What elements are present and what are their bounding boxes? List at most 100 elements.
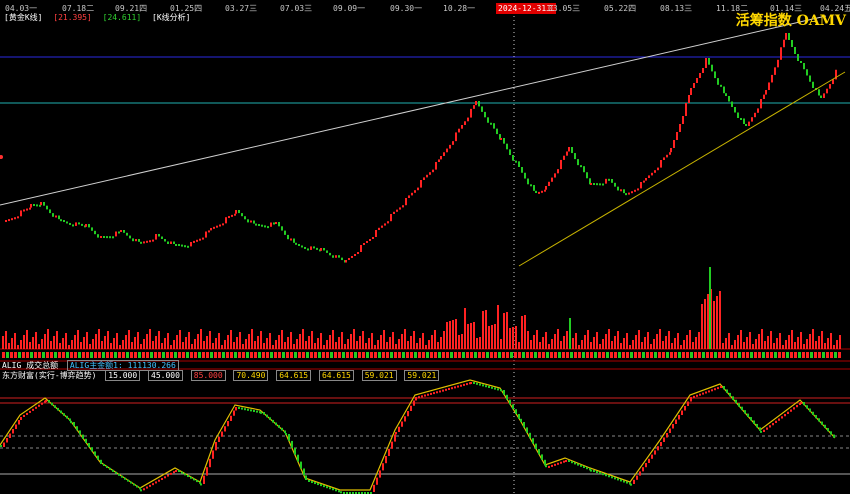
oscillator-bar [772, 423, 774, 426]
volume-bar [668, 331, 670, 349]
candle [8, 219, 10, 222]
candle [202, 237, 204, 240]
candle [390, 214, 392, 222]
oscillator-bar [421, 395, 423, 398]
volume-strip-cell [554, 352, 557, 358]
candle [196, 239, 198, 242]
volume-bar [584, 335, 586, 349]
chart-canvas[interactable] [0, 0, 850, 494]
oscillator-bar [617, 478, 619, 481]
volume-bar [728, 333, 730, 349]
candle [611, 179, 613, 183]
volume-bar [245, 339, 247, 349]
volume-strip-cell [322, 352, 325, 358]
analysis-button[interactable]: [K线分析] [152, 12, 190, 23]
value-label-1: [21.395] [53, 13, 92, 22]
candle [235, 210, 237, 214]
volume-strip-cell [258, 352, 261, 358]
candle [580, 165, 582, 168]
candle [94, 230, 96, 235]
volume-bar [356, 341, 358, 349]
oscillator-bar [106, 465, 108, 468]
oscillator-bar [599, 472, 601, 475]
volume-bar [89, 344, 91, 349]
volume-bar [677, 333, 679, 349]
candle [293, 238, 295, 243]
candle [693, 83, 695, 88]
volume-bar [593, 337, 595, 349]
oscillator-bar [630, 483, 632, 486]
volume-bar [509, 328, 511, 349]
candle [503, 138, 505, 144]
volume-strip-cell [466, 352, 469, 358]
oscillator-bar [332, 488, 334, 491]
volume-bar [362, 331, 364, 349]
candle [112, 236, 114, 239]
oscillator-bar [809, 408, 811, 412]
oscillator-bar [73, 422, 75, 427]
candle [219, 224, 221, 227]
candle [702, 68, 704, 73]
oscillator-bar [218, 436, 220, 442]
candle [625, 193, 627, 196]
candle [11, 218, 13, 221]
oscillator-bar [112, 469, 114, 472]
volume-bar [101, 341, 103, 349]
volume-bar [203, 341, 205, 349]
volume-bar [497, 305, 499, 349]
volume-strip-cell [306, 352, 309, 358]
volume-bar [620, 343, 622, 349]
volume-strip-cell [470, 352, 473, 358]
volume-strip-cell [422, 352, 425, 358]
oscillator-bar [605, 474, 607, 477]
volume-bar [704, 299, 706, 349]
volume-bar [446, 322, 448, 349]
oscillator-bar [233, 410, 235, 416]
candle [273, 222, 275, 225]
candle [473, 105, 475, 109]
volume-strip-cell [618, 352, 621, 358]
candle [348, 258, 350, 260]
candle [548, 181, 550, 186]
volume-bar [17, 345, 19, 349]
volume-bar [767, 336, 769, 349]
panel-title[interactable]: [黄金K线] [4, 12, 42, 23]
oscillator-bar [297, 454, 299, 462]
oscillator-bar [9, 433, 11, 438]
oscillator-bar [76, 426, 78, 431]
oscillator-bar [338, 490, 340, 493]
oscillator-bar [660, 442, 662, 447]
volume-strip-cell [66, 352, 69, 358]
volume-bar [275, 340, 277, 349]
candle [81, 223, 83, 226]
volume-bar [503, 313, 505, 349]
oscillator-bar [663, 437, 665, 442]
candle [109, 236, 111, 239]
candle [190, 242, 192, 247]
oscillator-bar [732, 396, 734, 400]
indicator-title[interactable]: 东方财富(实行-博弈趋势) [2, 370, 96, 381]
volume-strip-cell [594, 352, 597, 358]
oscillator-bar [523, 422, 525, 428]
candle [464, 121, 466, 125]
volume-strip-cell [474, 352, 477, 358]
oscillator-bar [526, 427, 528, 433]
volume-strip-cell [286, 352, 289, 358]
oscillator-bar [442, 389, 444, 392]
volume-bar [458, 335, 460, 349]
oscillator-bar [376, 477, 378, 485]
candle [571, 147, 573, 154]
volume-bar [665, 336, 667, 349]
candle [387, 221, 389, 224]
candle [530, 184, 532, 187]
volume-strip-cell [582, 352, 585, 358]
oscillator-bar [529, 432, 531, 439]
candle [267, 226, 269, 229]
volume-strip-cell [130, 352, 133, 358]
volume-bar [182, 342, 184, 349]
volume-bar [764, 341, 766, 349]
volume-bar [119, 345, 121, 349]
oscillator-bar [830, 431, 832, 435]
oscillator-bar [317, 483, 319, 486]
candle [788, 33, 790, 40]
